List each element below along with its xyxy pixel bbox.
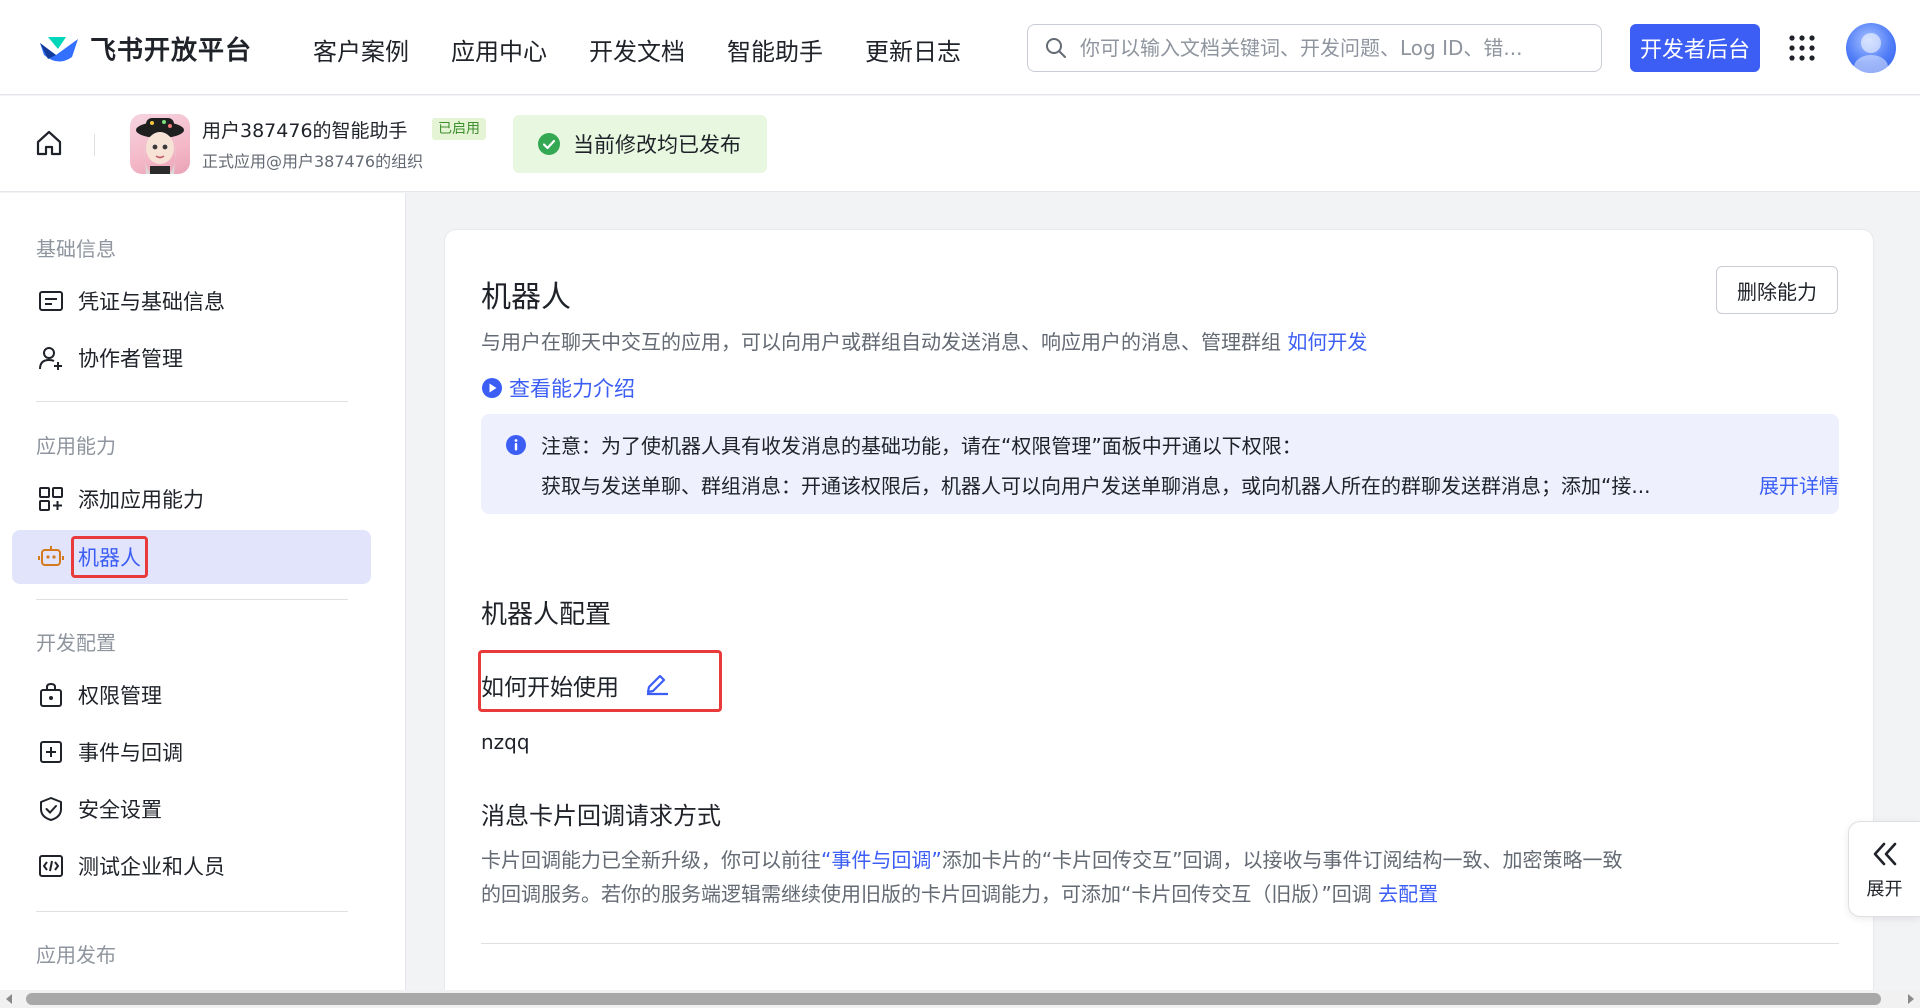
sidebar-item-collaborators[interactable]: 协作者管理 xyxy=(12,331,371,385)
sidebar-item-add-capability[interactable]: 添加应用能力 xyxy=(12,472,371,526)
sidebar-item-security[interactable]: 安全设置 xyxy=(12,782,371,836)
expand-label: 展开 xyxy=(1866,879,1903,900)
view-intro-label: 查看能力介绍 xyxy=(509,377,635,401)
play-circle-icon xyxy=(482,378,502,398)
sidebar-divider xyxy=(36,401,348,402)
app-info-bar: 用户387476的智能助手 已启用 正式应用@用户387476的组织 当前修改均… xyxy=(0,96,1920,192)
app-avatar-illustration-icon xyxy=(136,118,184,174)
callback-text-a: 卡片回调能力已全新升级，你可以前往 xyxy=(481,848,821,872)
user-avatar[interactable] xyxy=(1846,23,1896,73)
expand-panel-tab[interactable]: 展开 xyxy=(1848,821,1920,917)
sidebar-group-app-capabilities: 应用能力 xyxy=(36,434,116,458)
credential-icon xyxy=(39,291,63,311)
feishu-logo[interactable]: 飞书开放平台 xyxy=(38,30,252,67)
page-title: 机器人 xyxy=(481,280,571,315)
feishu-logo-icon xyxy=(40,36,78,62)
home-icon[interactable] xyxy=(34,128,64,158)
shield-icon xyxy=(40,797,62,821)
edit-icon[interactable] xyxy=(643,668,671,696)
robot-config-title: 机器人配置 xyxy=(481,600,612,630)
how-to-start-label: 如何开始使用 xyxy=(481,675,619,701)
sidebar-group-dev-config: 开发配置 xyxy=(36,631,116,655)
publish-status-text: 当前修改均已发布 xyxy=(573,133,741,157)
developer-console-button[interactable]: 开发者后台 xyxy=(1630,24,1760,72)
info-icon xyxy=(506,435,526,455)
sidebar-item-credentials[interactable]: 凭证与基础信息 xyxy=(12,274,371,328)
lock-icon xyxy=(40,682,62,707)
sidebar-divider xyxy=(36,599,348,600)
go-configure-link[interactable]: 去配置 xyxy=(1378,882,1438,906)
notice-line-2: 获取与发送单聊、群组消息：开通该权限后，机器人可以向用户发送单聊消息，或向机器人… xyxy=(541,474,1651,498)
sidebar: 基础信息 凭证与基础信息 协作者管理 应用能力 添加应用能力 机器人 开发配置 … xyxy=(0,193,406,990)
robot-capability-card: 机器人 删除能力 与用户在聊天中交互的应用，可以向用户或群组自动发送消息、响应用… xyxy=(444,229,1874,1008)
scrollbar-thumb[interactable] xyxy=(26,993,1881,1005)
add-capability-icon xyxy=(39,487,63,511)
view-intro-link[interactable]: 查看能力介绍 xyxy=(481,373,635,403)
search-icon xyxy=(1046,38,1066,58)
apps-grid-icon[interactable] xyxy=(1788,34,1816,62)
capability-description: 与用户在聊天中交互的应用，可以向用户或群组自动发送消息、响应用户的消息、管理群组… xyxy=(481,326,1367,355)
horizontal-scrollbar[interactable] xyxy=(0,990,1920,1008)
sidebar-item-events[interactable]: 事件与回调 xyxy=(12,725,371,779)
callback-text-c: 的回调服务。若你的服务端逻辑需继续使用旧版的卡片回调能力，可添加“卡片回传交互（… xyxy=(481,882,1372,906)
sidebar-item-label: 机器人 xyxy=(71,536,148,578)
card-callback-description-1: 卡片回调能力已全新升级，你可以前往“事件与回调”添加卡片的“卡片回传交互”回调，… xyxy=(481,844,1622,873)
top-navigation-bar: 飞书开放平台 客户案例 应用中心 开发文档 智能助手 更新日志 开发者后台 xyxy=(0,0,1920,95)
divider xyxy=(481,943,1839,944)
sidebar-item-robot[interactable]: 机器人 xyxy=(12,530,371,584)
permission-notice: 注意：为了使机器人具有收发消息的基础功能，请在“权限管理”面板中开通以下权限： … xyxy=(481,414,1839,514)
add-user-icon xyxy=(39,347,62,370)
description-text: 与用户在聊天中交互的应用，可以向用户或群组自动发送消息、响应用户的消息、管理群组 xyxy=(481,330,1281,354)
app-avatar xyxy=(130,114,190,174)
app-organization: 正式应用@用户387476的组织 xyxy=(202,152,424,171)
card-callback-title: 消息卡片回调请求方式 xyxy=(481,802,721,830)
sidebar-item-label: 测试企业和人员 xyxy=(78,855,225,879)
scroll-left-arrow-icon[interactable] xyxy=(6,994,12,1004)
event-icon xyxy=(40,741,62,763)
check-circle-icon xyxy=(538,133,560,155)
sidebar-item-test-users[interactable]: 测试企业和人员 xyxy=(12,839,371,893)
remove-capability-button[interactable]: 删除能力 xyxy=(1716,266,1838,314)
sidebar-item-permissions[interactable]: 权限管理 xyxy=(12,668,371,722)
double-chevron-left-icon xyxy=(1873,842,1896,866)
nav-app-center[interactable]: 应用中心 xyxy=(451,32,547,67)
card-callback-description-2: 的回调服务。若你的服务端逻辑需继续使用旧版的卡片回调能力，可添加“卡片回传交互（… xyxy=(481,878,1438,907)
expand-details-link[interactable]: 展开详情 xyxy=(1759,470,1839,499)
status-badge: 已启用 xyxy=(432,118,486,140)
app-name: 用户387476的智能助手 xyxy=(202,120,408,142)
search-box[interactable] xyxy=(1027,24,1602,72)
events-callbacks-link[interactable]: “事件与回调” xyxy=(821,848,942,872)
notice-line-1: 注意：为了使机器人具有收发消息的基础功能，请在“权限管理”面板中开通以下权限： xyxy=(541,434,1302,458)
search-input[interactable] xyxy=(1080,36,1580,60)
sidebar-divider xyxy=(36,911,348,912)
sidebar-item-label: 事件与回调 xyxy=(78,741,183,765)
publish-status-banner: 当前修改均已发布 xyxy=(513,115,767,173)
sidebar-item-label: 权限管理 xyxy=(78,684,162,708)
sidebar-group-app-release: 应用发布 xyxy=(36,943,116,967)
sidebar-item-label: 协作者管理 xyxy=(78,347,183,371)
logo-text: 飞书开放平台 xyxy=(90,36,253,66)
sidebar-group-basic-info: 基础信息 xyxy=(36,237,116,261)
main-nav: 客户案例 应用中心 开发文档 智能助手 更新日志 xyxy=(313,32,1003,67)
code-icon xyxy=(39,855,63,877)
nav-changelog[interactable]: 更新日志 xyxy=(865,32,961,67)
divider xyxy=(94,134,95,156)
sidebar-item-label: 添加应用能力 xyxy=(78,488,204,512)
robot-icon xyxy=(38,546,64,566)
callback-text-b: 添加卡片的“卡片回传交互”回调，以接收与事件订阅结构一致、加密策略一致 xyxy=(941,848,1623,872)
sidebar-item-label: 安全设置 xyxy=(78,798,162,822)
how-to-develop-link[interactable]: 如何开发 xyxy=(1287,330,1367,354)
nav-dev-docs[interactable]: 开发文档 xyxy=(589,32,685,67)
sidebar-item-label: 凭证与基础信息 xyxy=(78,290,225,314)
how-to-start-value: nzqq xyxy=(481,730,530,754)
nav-customer-cases[interactable]: 客户案例 xyxy=(313,32,409,67)
scroll-right-arrow-icon[interactable] xyxy=(1908,994,1914,1004)
nav-ai-assistant[interactable]: 智能助手 xyxy=(727,32,823,67)
